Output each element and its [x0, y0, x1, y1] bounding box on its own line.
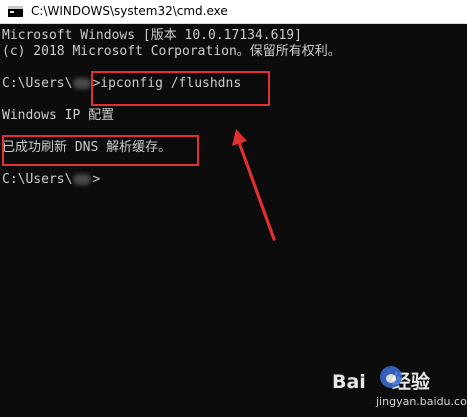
- baidu-paw-icon: [380, 366, 402, 388]
- annotation-arrow-icon: [232, 129, 276, 241]
- watermark-url: jingyan.baidu.com: [376, 395, 467, 408]
